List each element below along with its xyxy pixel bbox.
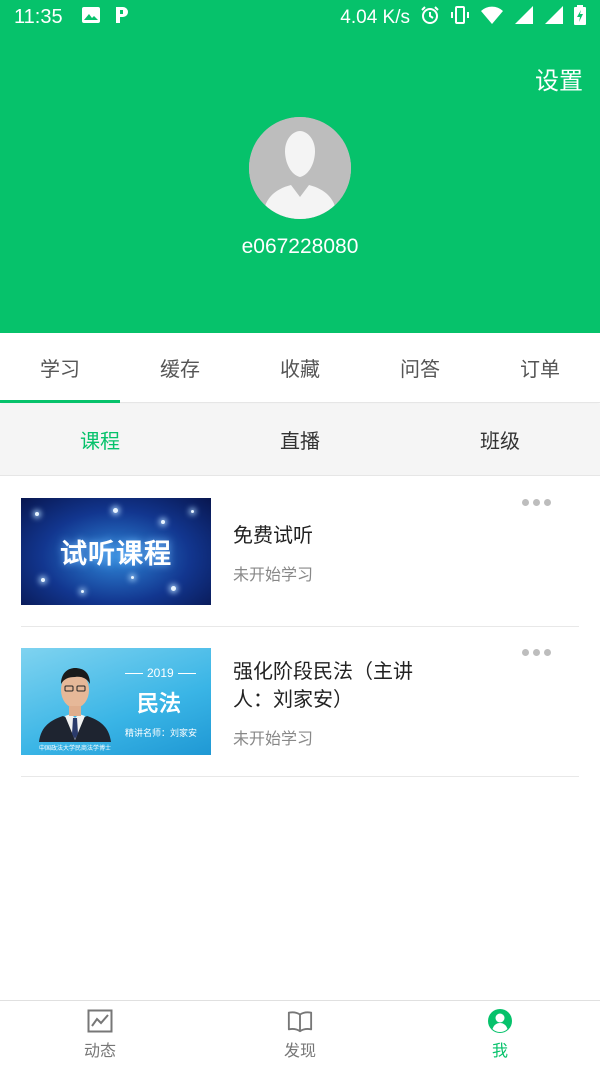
thumbnail-caption: 中国政法大学民商法学博士 — [39, 745, 112, 752]
cell-signal-2-icon — [544, 5, 564, 30]
course-title: 强化阶段民法（主讲人：刘家安） — [233, 659, 413, 711]
username: e067228080 — [241, 235, 359, 258]
trend-chart-icon — [87, 1008, 113, 1034]
more-options-icon[interactable] — [522, 649, 551, 656]
thumbnail-title: 民法 — [137, 692, 182, 717]
avatar[interactable] — [249, 117, 351, 219]
nav-me[interactable]: 我 — [400, 1001, 600, 1067]
course-status: 未开始学习 — [233, 729, 314, 748]
bottom-navigation: 动态 发现 我 — [0, 1000, 600, 1067]
subtab-live[interactable]: 直播 — [200, 404, 400, 475]
default-user-icon — [249, 117, 351, 219]
sub-tab-bar: 课程 直播 班级 — [0, 404, 600, 476]
tab-qa[interactable]: 问答 — [360, 333, 480, 402]
course-thumbnail[interactable]: 试听课程 — [21, 498, 211, 605]
tab-favorites[interactable]: 收藏 — [240, 333, 360, 402]
image-notification-icon — [81, 6, 101, 29]
course-list: 试听课程 免费试听 未开始学习 2019 民法 精讲名师：刘家安 中国政法大学民… — [0, 477, 600, 777]
more-options-icon[interactable] — [522, 499, 551, 506]
main-tab-bar: 学习 缓存 收藏 问答 订单 — [0, 333, 600, 403]
wifi-icon — [480, 5, 504, 30]
nav-label: 动态 — [83, 1040, 116, 1060]
status-bar: 11:35 4.04 K/s — [0, 0, 600, 35]
profile-header: 设置 e067228080 — [0, 35, 600, 333]
alarm-icon — [420, 5, 440, 30]
course-title: 免费试听 — [233, 523, 313, 547]
user-circle-icon — [487, 1008, 513, 1034]
tab-study[interactable]: 学习 — [0, 333, 120, 403]
vibrate-icon — [450, 5, 470, 30]
course-item[interactable]: 试听课程 免费试听 未开始学习 — [21, 477, 579, 627]
status-time: 11:35 — [14, 6, 63, 28]
network-speed: 4.04 K/s — [340, 6, 410, 28]
p-app-notification-icon — [113, 5, 131, 30]
battery-icon — [574, 5, 586, 30]
teacher-photo — [39, 668, 111, 742]
course-status: 未开始学习 — [233, 565, 314, 584]
tab-orders[interactable]: 订单 — [480, 333, 600, 402]
course-item[interactable]: 2019 民法 精讲名师：刘家安 中国政法大学民商法学博士 强化阶段民法（主讲人… — [21, 627, 579, 777]
subtab-classes[interactable]: 班级 — [400, 404, 600, 475]
tab-cache[interactable]: 缓存 — [120, 333, 240, 402]
nav-label: 我 — [491, 1040, 508, 1060]
settings-button[interactable]: 设置 — [535, 61, 583, 96]
subtab-courses[interactable]: 课程 — [0, 404, 200, 475]
nav-label: 发现 — [283, 1040, 316, 1060]
open-book-icon — [287, 1008, 313, 1034]
cell-signal-icon — [514, 5, 534, 30]
course-thumbnail[interactable]: 2019 民法 精讲名师：刘家安 中国政法大学民商法学博士 — [21, 648, 211, 755]
nav-discover[interactable]: 发现 — [200, 1001, 400, 1067]
nav-feed[interactable]: 动态 — [0, 1001, 200, 1067]
thumbnail-title: 试听课程 — [60, 539, 172, 570]
thumbnail-teacher: 精讲名师：刘家安 — [125, 729, 198, 739]
thumbnail-year: 2019 — [121, 666, 200, 680]
